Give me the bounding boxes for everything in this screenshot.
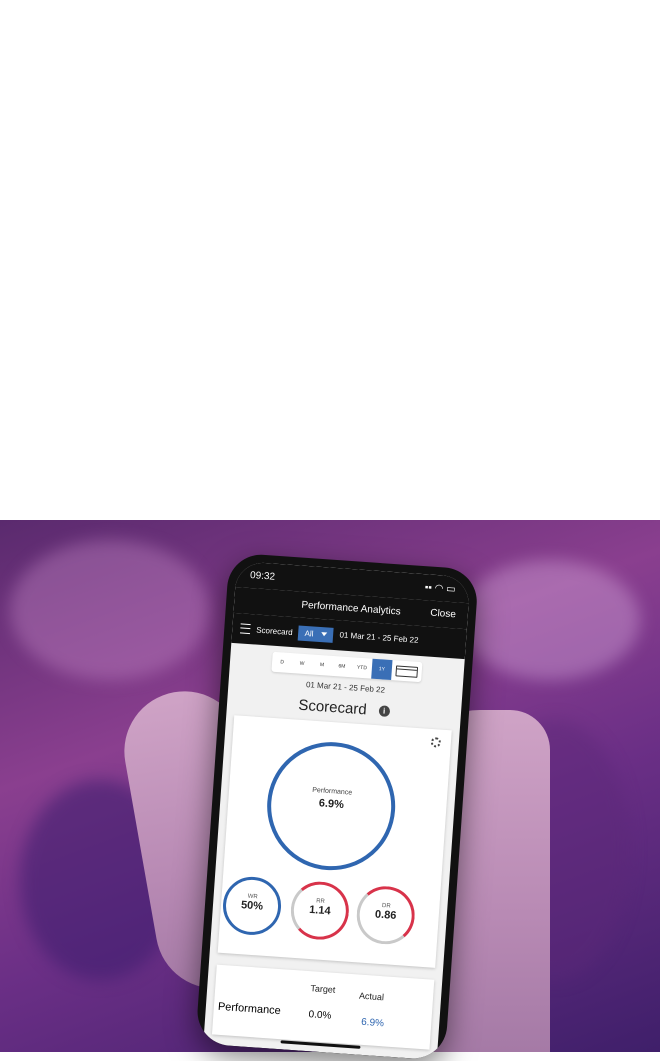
background-light-blob	[10, 540, 210, 680]
wr-ring: WR 50%	[221, 874, 283, 937]
scorecard-title: Scorecard	[297, 696, 368, 719]
gear-icon[interactable]	[430, 736, 442, 748]
row-target: 0.0%	[308, 1009, 332, 1022]
period-6m[interactable]: 6M	[332, 663, 352, 670]
section-label: Scorecard	[256, 625, 294, 637]
dropdown-value: All	[304, 628, 314, 639]
row-label: Performance	[217, 1000, 282, 1018]
main-content: D W M 6M YTD 1Y 01 Mar 21 - 25 Feb 22 Sc…	[204, 643, 465, 1056]
header-actual: Actual	[358, 990, 385, 1003]
period-selector: D W M 6M YTD 1Y	[271, 651, 423, 683]
dr-ring: DR 0.86	[354, 884, 417, 947]
close-button[interactable]: Close	[430, 608, 456, 621]
header-target: Target	[310, 983, 336, 995]
period-m[interactable]: M	[312, 662, 332, 669]
calendar-icon[interactable]	[395, 664, 419, 678]
filter-dropdown[interactable]: All	[298, 625, 335, 643]
toolbar-date-range: 01 Mar 21 - 25 Feb 22	[339, 630, 419, 645]
phone-device: 09:32 ▪▪ ◠ ▭ Performance Analytics Close…	[195, 552, 480, 1061]
wr-value: 50%	[240, 899, 264, 913]
caret-down-icon	[321, 632, 328, 637]
period-d[interactable]: D	[272, 659, 292, 666]
phone-screen: 09:32 ▪▪ ◠ ▭ Performance Analytics Close…	[203, 561, 471, 1061]
app-title: Performance Analytics	[301, 599, 402, 618]
rr-value: 1.14	[308, 903, 331, 918]
performance-ring: Performance 6.9%	[262, 737, 400, 875]
background-light-blob	[460, 560, 640, 680]
status-icons: ▪▪ ◠ ▭	[424, 581, 456, 595]
period-ytd[interactable]: YTD	[352, 664, 372, 672]
rr-ring: RR 1.14	[288, 879, 351, 942]
scorecard-card: Performance 6.9% WR 50% RR 1.14 DR 0.86	[217, 715, 452, 968]
row-actual: 6.9%	[360, 1016, 385, 1030]
performance-table: Target Actual Performance 0.0% 6.9%	[211, 964, 435, 1050]
menu-icon[interactable]	[240, 623, 251, 635]
status-time: 09:32	[249, 569, 276, 583]
period-1y[interactable]: 1Y	[371, 658, 393, 681]
period-w[interactable]: W	[292, 660, 312, 667]
dr-value: 0.86	[374, 908, 397, 922]
info-icon[interactable]: i	[378, 705, 390, 718]
